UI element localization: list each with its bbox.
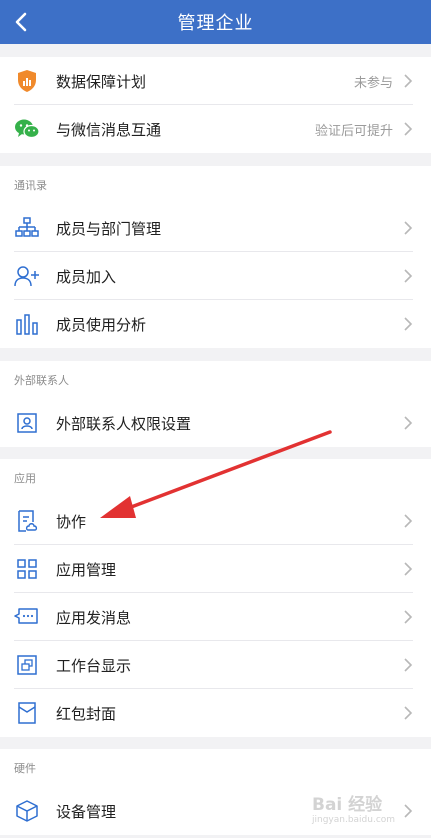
chevron-right-icon	[404, 416, 413, 430]
org-chart-icon	[14, 216, 40, 240]
add-user-icon	[14, 264, 40, 288]
box-icon	[14, 799, 40, 823]
row-wechat-interop[interactable]: 与微信消息互通 验证后可提升	[0, 105, 431, 153]
row-app-send-message[interactable]: 应用发消息	[0, 593, 431, 641]
row-label: 外部联系人权限设置	[56, 414, 192, 433]
row-label: 成员与部门管理	[56, 219, 162, 238]
row-label: 设备管理	[56, 802, 117, 821]
title-bar: 管理企业	[0, 0, 431, 44]
chevron-left-icon	[15, 12, 27, 32]
window-icon	[14, 653, 40, 677]
row-label: 成员加入	[56, 267, 117, 286]
chevron-right-icon	[404, 317, 413, 331]
row-external-permissions[interactable]: 外部联系人权限设置	[0, 399, 431, 447]
apps-group: 协作 应用管理 应用发消息 工作台显示 红包封面	[0, 497, 431, 737]
page-title: 管理企业	[177, 13, 254, 34]
contacts-group: 成员与部门管理 成员加入 成员使用分析	[0, 204, 431, 348]
row-label: 工作台显示	[56, 656, 132, 675]
row-members-departments[interactable]: 成员与部门管理	[0, 204, 431, 252]
row-member-usage-analysis[interactable]: 成员使用分析	[0, 300, 431, 348]
chevron-right-icon	[404, 562, 413, 576]
top-settings-group: 数据保障计划 未参与 与微信消息互通 验证后可提升	[0, 57, 431, 153]
row-label: 应用管理	[56, 560, 117, 579]
section-header-contacts: 通讯录	[0, 166, 431, 204]
row-label: 数据保障计划	[56, 72, 147, 91]
contact-card-icon	[14, 411, 40, 435]
row-red-packet-cover[interactable]: 红包封面	[0, 689, 431, 737]
watermark: Bai 经验 jingyan.baidu.com	[312, 790, 424, 826]
row-member-join[interactable]: 成员加入	[0, 252, 431, 300]
doc-cloud-icon	[14, 509, 40, 533]
section-header-hardware: 硬件	[0, 749, 431, 787]
row-value: 未参与	[353, 75, 393, 91]
chevron-right-icon	[404, 706, 413, 720]
chat-bubble-icon	[14, 605, 40, 629]
chevron-right-icon	[404, 269, 413, 283]
chevron-right-icon	[404, 610, 413, 624]
chevron-right-icon	[404, 514, 413, 528]
chevron-right-icon	[404, 658, 413, 672]
row-label: 与微信消息互通	[56, 120, 162, 139]
chevron-right-icon	[404, 122, 413, 136]
wechat-icon	[14, 117, 40, 141]
chevron-right-icon	[404, 74, 413, 88]
row-app-management[interactable]: 应用管理	[0, 545, 431, 593]
envelope-icon	[14, 701, 40, 725]
bar-chart-icon	[14, 312, 40, 336]
row-workbench-display[interactable]: 工作台显示	[0, 641, 431, 689]
row-value: 验证后可提升	[314, 123, 393, 139]
row-label: 成员使用分析	[56, 315, 147, 334]
row-label: 红包封面	[56, 704, 117, 723]
section-header-apps: 应用	[0, 459, 431, 497]
shield-icon	[14, 69, 40, 93]
grid-icon	[14, 557, 40, 581]
watermark-sub: jingyan.baidu.com	[312, 815, 396, 825]
watermark-text: Bai 经验	[312, 795, 383, 815]
row-label: 应用发消息	[56, 608, 132, 627]
external-group: 外部联系人权限设置	[0, 399, 431, 447]
section-header-external: 外部联系人	[0, 361, 431, 399]
row-label: 协作	[56, 512, 87, 531]
back-button[interactable]	[6, 0, 36, 44]
row-data-protection[interactable]: 数据保障计划 未参与	[0, 57, 431, 105]
chevron-right-icon	[404, 221, 413, 235]
row-collaboration[interactable]: 协作	[0, 497, 431, 545]
